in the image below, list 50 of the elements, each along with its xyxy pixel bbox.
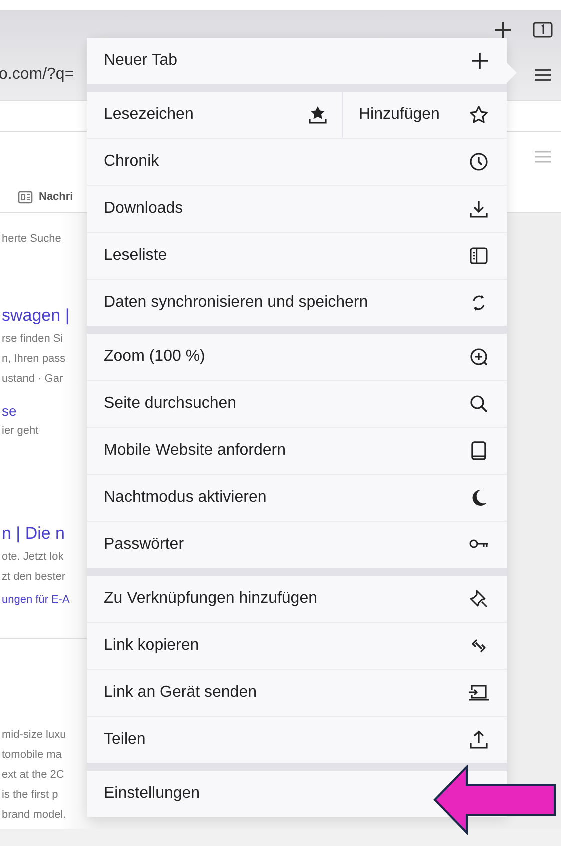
news-icon: [18, 190, 33, 204]
result-snippet: tomobile ma: [2, 748, 62, 763]
result-snippet: ier geht: [2, 424, 39, 439]
result-title[interactable]: swagen |: [2, 303, 70, 329]
address-field[interactable]: o.com/?q=: [0, 66, 74, 84]
search-note: herte Suche: [2, 232, 62, 247]
result-link[interactable]: ungen für E-A: [2, 590, 70, 610]
clock-icon: [469, 152, 489, 172]
pin-icon: [469, 589, 489, 609]
result-title[interactable]: n | Die n: [2, 521, 66, 547]
menu-item[interactable]: Chronik: [87, 139, 507, 185]
menu-item[interactable]: Link an Gerät senden: [87, 670, 507, 716]
result-snippet: ustand · Gar: [2, 372, 64, 387]
result-snippet: n, Ihren pass: [2, 352, 66, 367]
new-tab-icon[interactable]: [493, 20, 513, 40]
menu-item[interactable]: Passwörter: [87, 522, 507, 568]
result-snippet: ote. Jetzt lok: [2, 550, 64, 565]
menu-item[interactable]: Downloads: [87, 186, 507, 232]
zoom-in-icon: [469, 347, 489, 367]
search-icon: [469, 394, 489, 414]
menu-item[interactable]: Seite durchsuchen: [87, 381, 507, 427]
reader-icon: [469, 246, 489, 266]
menu-icon[interactable]: [534, 68, 552, 82]
menu-item[interactable]: Leseliste: [87, 233, 507, 279]
menu-item[interactable]: Mobile Website anfordern: [87, 428, 507, 474]
menu-item[interactable]: Neuer Tab: [87, 38, 507, 84]
menu-item[interactable]: Einstellungen: [87, 771, 218, 817]
result-snippet: mid-size luxu: [2, 728, 66, 743]
menu-item[interactable]: Zu Verknüpfungen hinzufügen: [87, 576, 507, 622]
result-snippet: rse finden Si: [2, 332, 64, 347]
result-link[interactable]: se: [2, 401, 17, 421]
menu-pointer: [507, 63, 517, 83]
menu-item[interactable]: Zoom (100 %): [87, 334, 507, 380]
share-icon: [469, 730, 489, 750]
menu-item[interactable]: Daten synchronisieren und speichern: [87, 280, 507, 326]
plus-icon: [471, 52, 489, 70]
menu-item[interactable]: Link kopieren: [87, 623, 507, 669]
news-tab[interactable]: Nachri: [39, 191, 74, 203]
send-to-device-icon: [467, 683, 489, 703]
result-snippet: is the first p: [2, 788, 58, 803]
result-snippet: brand model.: [2, 808, 66, 823]
menu-item[interactable]: Nachtmodus aktivieren: [87, 475, 507, 521]
star-icon: [469, 105, 489, 125]
result-snippet: zt den bester: [2, 570, 66, 585]
star-tray-icon: [308, 105, 328, 125]
tablet-icon: [469, 441, 489, 461]
download-icon: [469, 199, 489, 219]
tabs-icon[interactable]: [533, 22, 553, 38]
menu-item[interactable]: Teilen: [87, 717, 507, 763]
result-snippet: ext at the 2C: [2, 768, 64, 783]
